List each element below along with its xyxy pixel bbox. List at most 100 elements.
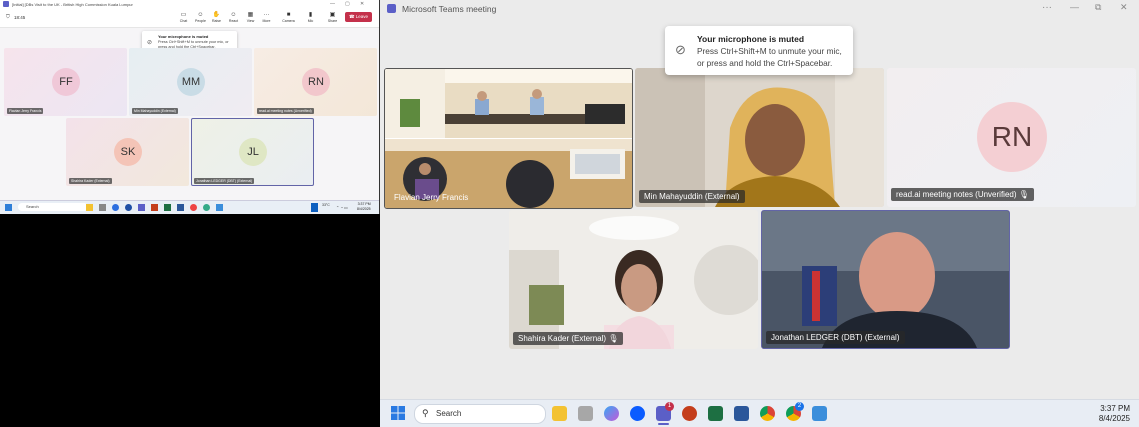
teams-icon[interactable] bbox=[138, 204, 145, 211]
teams-logo-icon bbox=[387, 4, 396, 13]
people-icon: ☺ bbox=[197, 12, 204, 18]
secondary-screen: [Initial] [DBs Visit to the UK - British… bbox=[0, 0, 380, 214]
camera-button[interactable]: ■ Camera bbox=[281, 11, 296, 23]
active-app-indicator bbox=[658, 423, 669, 425]
mic-icon: ▮ bbox=[308, 12, 313, 18]
taskbar-search[interactable]: Search bbox=[18, 203, 88, 211]
shield-icon: ⛉ bbox=[6, 14, 10, 20]
share-button[interactable]: ▣ Share bbox=[325, 11, 340, 23]
participant-name: Shahira Kader (External) bbox=[69, 178, 112, 184]
avatar: MM bbox=[177, 68, 205, 96]
participant-name: Jonathan LEDGER (DBT) (External) bbox=[194, 178, 255, 184]
more-icon[interactable]: ··· bbox=[1042, 2, 1052, 13]
word-icon[interactable] bbox=[177, 204, 184, 211]
participant-name: Flavian Jerry Francis bbox=[7, 108, 44, 114]
participant-tile-active[interactable]: JL Jonathan LEDGER (DBT) (External) bbox=[191, 118, 314, 186]
share-icon: ▣ bbox=[329, 12, 336, 18]
mic-button[interactable]: ▮ Mic bbox=[303, 11, 318, 23]
chrome-icon[interactable] bbox=[760, 406, 775, 421]
participant-tile-active[interactable]: Jonathan LEDGER (DBT) (External) bbox=[761, 210, 1010, 349]
participant-tile[interactable]: Min Mahayuddin (External) bbox=[635, 68, 884, 207]
chrome-notification-badge: 2 bbox=[795, 402, 804, 411]
leave-button[interactable]: ☎ Leave bbox=[345, 12, 372, 22]
avatar: FF bbox=[52, 68, 80, 96]
avatar: RN bbox=[302, 68, 330, 96]
active-app-icon[interactable] bbox=[311, 203, 318, 212]
participant-name: Shahira Kader (External) 🎙 bbox=[513, 332, 624, 345]
search-icon: ⚲ bbox=[422, 408, 429, 418]
participant-video bbox=[635, 68, 884, 207]
chrome-icon[interactable] bbox=[190, 204, 197, 211]
system-tray-icon[interactable]: ⌃ ◔ ▭ bbox=[336, 205, 348, 210]
camera-icon: ■ bbox=[286, 12, 291, 18]
close-icon[interactable]: ✕ bbox=[1120, 2, 1128, 13]
close-icon[interactable]: ✕ bbox=[360, 1, 364, 7]
taskbar-search[interactable]: ⚲ Search bbox=[414, 404, 546, 424]
view-icon: ▦ bbox=[247, 12, 254, 18]
participant-name: Min Mahayuddin (External) bbox=[132, 108, 178, 114]
mic-off-icon: ⊘ bbox=[675, 42, 686, 57]
title-bar: Microsoft Teams meeting ··· — ⧉ ✕ bbox=[380, 0, 1139, 18]
people-button[interactable]: ☺ People bbox=[193, 11, 208, 23]
meeting-timer: 18:45 bbox=[14, 15, 26, 20]
windows-start-icon[interactable] bbox=[391, 406, 405, 420]
view-button[interactable]: ▦ View bbox=[243, 11, 258, 23]
participant-name: read.ai meeting notes (Unverified) bbox=[257, 108, 314, 114]
meeting-title: [Initial] [DBs Visit to the UK - British… bbox=[12, 2, 133, 7]
avatar: RN bbox=[977, 102, 1047, 172]
raise-hand-icon: ✋ bbox=[212, 12, 221, 18]
window-title: Microsoft Teams meeting bbox=[402, 4, 497, 14]
windows-start-icon[interactable] bbox=[5, 204, 12, 211]
maximize-icon[interactable]: ▢ bbox=[345, 1, 350, 7]
clock: 3:37 PM 8/4/2025 bbox=[1098, 404, 1130, 423]
participant-name: read.ai meeting notes (Unverified) 🎙 bbox=[891, 188, 1034, 201]
zoom-icon[interactable] bbox=[630, 406, 645, 421]
minimize-icon[interactable]: — bbox=[330, 1, 335, 7]
raise-button[interactable]: ✋ Raise bbox=[209, 11, 224, 23]
participant-tile[interactable]: Flavian Jerry Francis bbox=[384, 68, 633, 209]
chrome-profile-icon[interactable] bbox=[203, 204, 210, 211]
chat-button[interactable]: ▭ Chat bbox=[176, 11, 191, 23]
chat-icon: ▭ bbox=[180, 12, 187, 18]
excel-icon[interactable] bbox=[708, 406, 723, 421]
powerpoint-icon[interactable] bbox=[151, 204, 158, 211]
toast-title: Your microphone is muted bbox=[697, 34, 805, 44]
app-icon[interactable] bbox=[812, 406, 827, 421]
app-icon[interactable] bbox=[99, 204, 106, 211]
more-button[interactable]: ··· More bbox=[259, 11, 274, 23]
toast-title: Your microphone is muted bbox=[158, 34, 209, 39]
more-icon: ··· bbox=[263, 12, 270, 18]
minimize-icon[interactable]: — bbox=[1070, 2, 1079, 12]
participant-tile[interactable]: FF Flavian Jerry Francis bbox=[4, 48, 127, 116]
mic-off-icon: 🎙 bbox=[1018, 190, 1029, 199]
copilot-icon[interactable] bbox=[112, 204, 119, 211]
teams-notification-badge: 1 bbox=[665, 402, 674, 411]
taskbar: Search 33°C ⌃ ◔ ▭ 3:37 PM 8/4/2025 bbox=[0, 200, 379, 214]
app-icon[interactable] bbox=[216, 204, 223, 211]
participant-tile[interactable]: RN read.ai meeting notes (Unverified) bbox=[254, 48, 377, 116]
file-explorer-icon[interactable] bbox=[86, 204, 93, 211]
clock: 3:37 PM 8/4/2025 bbox=[357, 202, 371, 211]
excel-icon[interactable] bbox=[164, 204, 171, 211]
participant-tile[interactable]: Shahira Kader (External) 🎙 bbox=[509, 210, 758, 349]
copilot-icon[interactable] bbox=[604, 406, 619, 421]
primary-screen: Microsoft Teams meeting ··· — ⧉ ✕ Flavia… bbox=[380, 0, 1139, 427]
participant-tile[interactable]: SK Shahira Kader (External) bbox=[66, 118, 189, 186]
mic-off-icon: 🎙 bbox=[608, 334, 619, 343]
meeting-toolbar: ⛉ 18:45 ▭ Chat ☺ People ✋ Raise ☺ React ▦ Vie… bbox=[0, 9, 379, 28]
participant-tile[interactable]: MM Min Mahayuddin (External) bbox=[129, 48, 252, 116]
media-player-icon[interactable] bbox=[578, 406, 593, 421]
word-icon[interactable] bbox=[734, 406, 749, 421]
react-button[interactable]: ☺ React bbox=[226, 11, 241, 23]
powerpoint-icon[interactable] bbox=[682, 406, 697, 421]
file-explorer-icon[interactable] bbox=[552, 406, 567, 421]
room-video bbox=[385, 69, 632, 208]
toast-body: Press Ctrl+Shift+M to unmute your mic, o… bbox=[697, 46, 842, 68]
zoom-icon[interactable] bbox=[125, 204, 132, 211]
participant-tile[interactable]: RN read.ai meeting notes (Unverified) 🎙 bbox=[887, 68, 1136, 207]
maximize-icon[interactable]: ⧉ bbox=[1095, 2, 1101, 13]
participant-name: Flavian Jerry Francis bbox=[394, 193, 469, 202]
avatar: SK bbox=[114, 138, 142, 166]
phone-icon: ☎ bbox=[348, 14, 356, 19]
mute-notification: ⊘ Your microphone is muted Press Ctrl+Sh… bbox=[665, 26, 853, 75]
